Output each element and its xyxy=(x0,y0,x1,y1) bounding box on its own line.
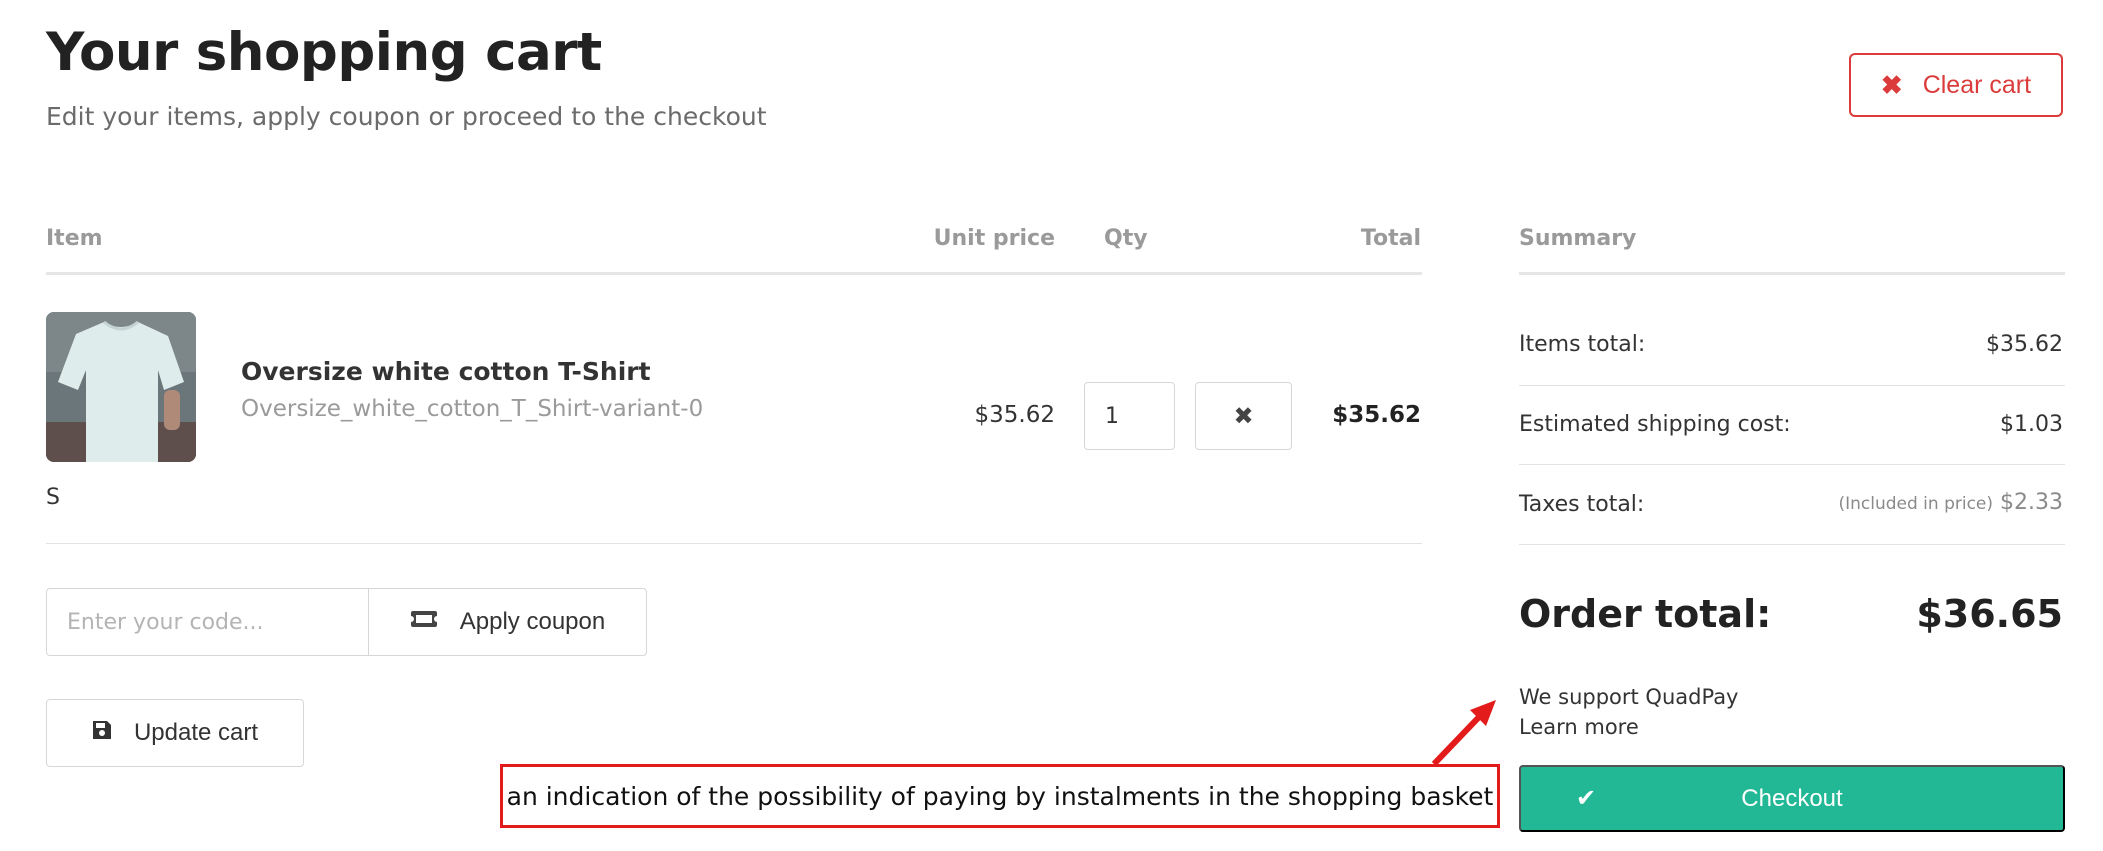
summary-divider xyxy=(1519,385,2065,386)
annotation-box: an indication of the possibility of payi… xyxy=(500,764,1500,828)
page-subtitle: Edit your items, apply coupon or proceed… xyxy=(46,102,767,131)
apply-coupon-label: Apply coupon xyxy=(459,608,606,635)
summary-divider xyxy=(1519,544,2065,545)
update-cart-button[interactable]: Update cart xyxy=(46,699,304,767)
taxes-label: Taxes total: xyxy=(1519,492,1645,517)
checkout-label: Checkout xyxy=(1741,784,1843,812)
save-icon xyxy=(92,719,112,747)
close-icon: ✖ xyxy=(1880,69,1903,100)
checkmark-icon: ✔ xyxy=(1575,785,1597,812)
tshirt-image xyxy=(46,312,196,462)
page-title: Your shopping cart xyxy=(46,22,602,83)
table-header-divider xyxy=(46,272,1422,275)
taxes-value-group: (Included in price) $2.33 xyxy=(1838,490,2063,515)
summary-title: Summary xyxy=(1519,226,1637,251)
order-total-label: Order total: xyxy=(1519,592,1772,636)
row-total: $35.62 xyxy=(1332,402,1421,428)
items-total-value: $35.62 xyxy=(1986,332,2063,357)
taxes-note: (Included in price) xyxy=(1838,494,1994,514)
row-divider xyxy=(46,543,1422,544)
order-total-value: $36.65 xyxy=(1916,592,2063,636)
annotation-arrow xyxy=(1431,700,1496,767)
clear-cart-button[interactable]: ✖ Clear cart xyxy=(1849,53,2063,117)
update-cart-label: Update cart xyxy=(133,719,259,746)
remove-item-button[interactable]: ✖ xyxy=(1195,382,1292,450)
taxes-value: $2.33 xyxy=(2000,490,2063,515)
ticket-icon xyxy=(407,608,440,636)
column-header-total: Total xyxy=(1360,226,1421,251)
clear-cart-label: Clear cart xyxy=(1922,70,2032,99)
close-icon: ✖ xyxy=(1233,402,1254,430)
apply-coupon-button[interactable]: Apply coupon xyxy=(368,588,647,656)
coupon-code-input[interactable] xyxy=(46,588,370,656)
summary-header-divider xyxy=(1519,272,2065,275)
unit-price: $35.62 xyxy=(974,402,1055,428)
product-variant: Oversize_white_cotton_T_Shirt-variant-0 xyxy=(241,396,704,422)
summary-divider xyxy=(1519,464,2065,465)
product-name[interactable]: Oversize white cotton T-Shirt xyxy=(241,357,651,386)
column-header-unit-price: Unit price xyxy=(933,226,1055,251)
product-thumbnail[interactable] xyxy=(46,312,196,462)
annotation-text: an indication of the possibility of payi… xyxy=(506,781,1494,811)
learn-more-link[interactable]: Learn more xyxy=(1519,715,1639,739)
checkout-button[interactable]: ✔ Checkout xyxy=(1519,765,2065,832)
quantity-input[interactable] xyxy=(1084,382,1175,450)
product-size: S xyxy=(46,485,60,510)
column-header-item: Item xyxy=(46,226,103,251)
items-total-label: Items total: xyxy=(1519,332,1646,357)
shipping-label: Estimated shipping cost: xyxy=(1519,412,1791,437)
quadpay-message: We support QuadPay xyxy=(1519,685,1739,709)
column-header-qty: Qty xyxy=(1104,226,1148,251)
shipping-value: $1.03 xyxy=(2000,412,2063,437)
